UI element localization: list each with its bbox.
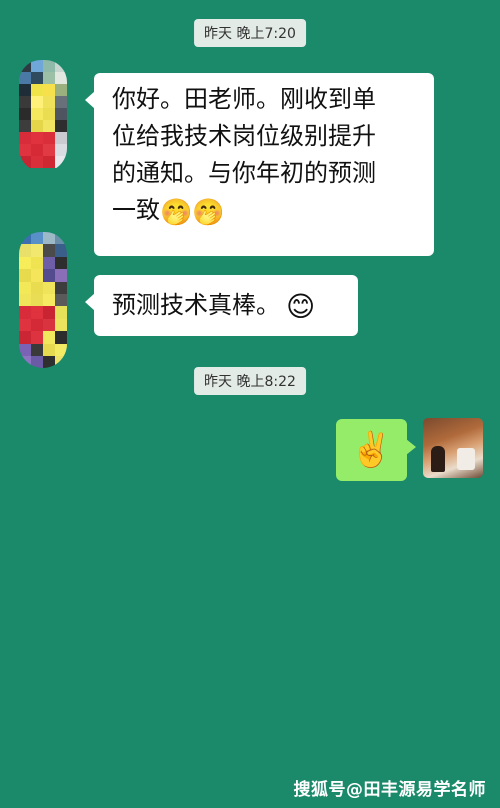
contact-avatar[interactable]: [19, 232, 67, 368]
incoming-message-1[interactable]: 你好。田老师。刚收到单 位给我技术岗位级别提升 的通知。与你年初的预测 一致🤭🤭: [85, 73, 434, 256]
message-line: 你好。田老师。刚收到单: [112, 85, 376, 113]
incoming-message-2[interactable]: 预测技术真棒。 😊: [85, 275, 358, 336]
avatar-banner: [457, 448, 475, 470]
victory-hand-emoji: ✌️: [350, 430, 393, 470]
timestamp-2: 昨天 晚上8:22: [194, 367, 306, 395]
smiling-face-emoji: 😊: [286, 290, 316, 323]
message-text: 预测技术真棒。: [112, 291, 280, 319]
outgoing-message[interactable]: ✌️: [336, 419, 416, 481]
message-line: 一致🤭🤭: [112, 192, 420, 232]
message-line: 位给我技术岗位级别提升: [112, 122, 376, 150]
hand-over-mouth-emoji: 🤭🤭: [160, 198, 225, 228]
user-avatar[interactable]: [423, 418, 483, 478]
timestamp-1: 昨天 晚上7:20: [194, 19, 306, 47]
message-line: 的通知。与你年初的预测: [112, 159, 376, 187]
watermark: 搜狐号@田丰源易学名师: [293, 780, 486, 800]
contact-avatar[interactable]: [19, 60, 67, 172]
message-text: 一致: [112, 196, 160, 224]
avatar-figure: [431, 446, 445, 472]
